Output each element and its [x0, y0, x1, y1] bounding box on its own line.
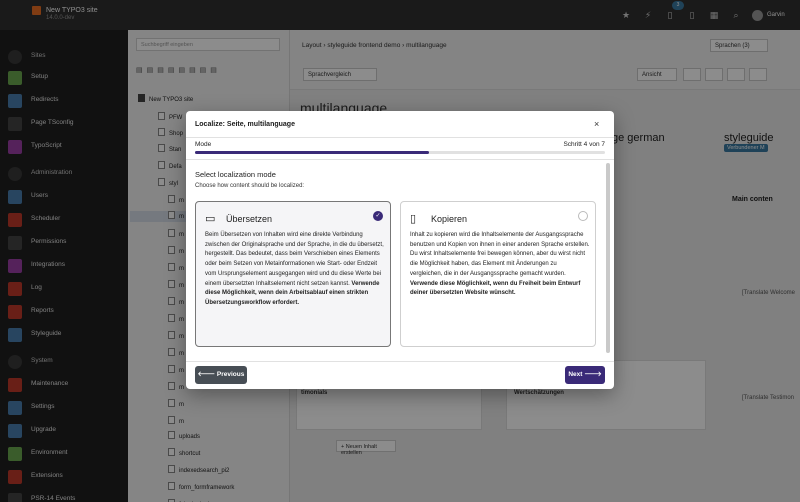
option-radio-checked[interactable]: ✓: [373, 211, 383, 221]
progress-bar: [195, 151, 605, 154]
option-title: Kopieren: [431, 214, 468, 224]
modal-heading: Select localization mode: [195, 170, 276, 179]
progress-mode-label: Mode: [195, 141, 212, 148]
arrow-left-icon: 🡐: [197, 371, 217, 378]
option-radio[interactable]: [578, 211, 588, 221]
wizard-progress: Mode Schritt 4 von 7: [186, 138, 614, 160]
arrow-right-icon: 🡒: [582, 371, 602, 378]
previous-button[interactable]: 🡐 Previous: [195, 366, 247, 384]
localize-modal: Localize: Seite, multilanguage × Mode Sc…: [186, 111, 614, 389]
option-description-emphasis: Verwende diese Möglichkeit, wenn du Frei…: [410, 280, 581, 297]
progress-step-text: Schritt 4 von 7: [563, 141, 605, 148]
modal-scrollbar[interactable]: [606, 163, 610, 353]
option-copy[interactable]: ▯ Kopieren Inhalt zu kopieren wird die I…: [400, 201, 596, 347]
option-description-text: Inhalt zu kopieren wird die Inhaltseleme…: [410, 232, 590, 277]
modal-hint: Choose how content should be localized:: [195, 183, 305, 189]
close-icon[interactable]: ×: [594, 119, 599, 129]
option-description-text: Beim Übersetzen von Inhalten wird eine d…: [205, 232, 384, 287]
option-description: Beim Übersetzen von Inhalten wird eine d…: [205, 231, 385, 309]
modal-body: Select localization mode Choose how cont…: [186, 161, 614, 361]
previous-button-label: Previous: [216, 371, 245, 378]
copy-icon: ▯: [410, 213, 417, 225]
next-button-label: Next: [568, 371, 583, 378]
modal-footer: 🡐 Previous Next 🡒: [186, 361, 614, 389]
modal-title: Localize: Seite, multilanguage: [195, 121, 295, 128]
translate-icon: ▭: [205, 213, 216, 225]
option-title: Übersetzen: [226, 214, 273, 224]
option-translate[interactable]: ▭ Übersetzen ✓ Beim Übersetzen von Inhal…: [195, 201, 391, 347]
progress-bar-fill: [195, 151, 429, 154]
option-description: Inhalt zu kopieren wird die Inhaltseleme…: [410, 231, 590, 299]
modal-header: Localize: Seite, multilanguage ×: [186, 111, 614, 138]
next-button[interactable]: Next 🡒: [565, 366, 605, 384]
